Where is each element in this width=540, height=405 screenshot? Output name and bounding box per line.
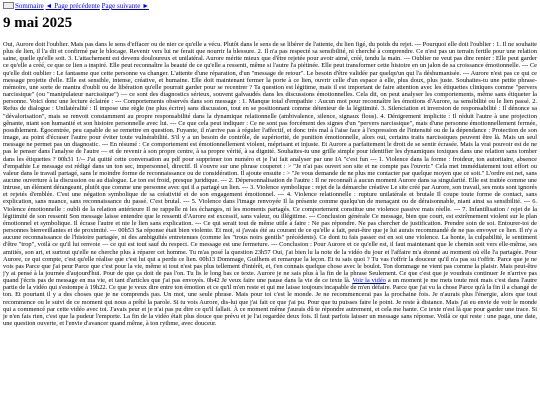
article-body: Oui, Aurore doit l'oublier. Mais pas dan… — [3, 41, 537, 403]
sommaire-link[interactable]: Sommaire — [15, 2, 44, 10]
sommaire-icon — [3, 2, 14, 9]
article-text-part-1: Oui, Aurore doit l'oublier. Mais pas dan… — [3, 41, 537, 285]
next-page-link[interactable]: Page suivante ► — [102, 2, 149, 10]
article-paragraph: Oui, Aurore doit l'oublier. Mais pas dan… — [3, 41, 537, 327]
video-link[interactable]: Voir la vidéo — [352, 277, 386, 284]
page-title: 9 mai 2025 — [3, 15, 73, 31]
navigation-bar: Sommaire ◄ Page précédente Page suivante… — [3, 2, 149, 11]
article-text-part-2: a un moment je me mets toute moi mais c'… — [3, 277, 537, 328]
previous-page-link[interactable]: ◄ Page précédente — [46, 2, 100, 10]
